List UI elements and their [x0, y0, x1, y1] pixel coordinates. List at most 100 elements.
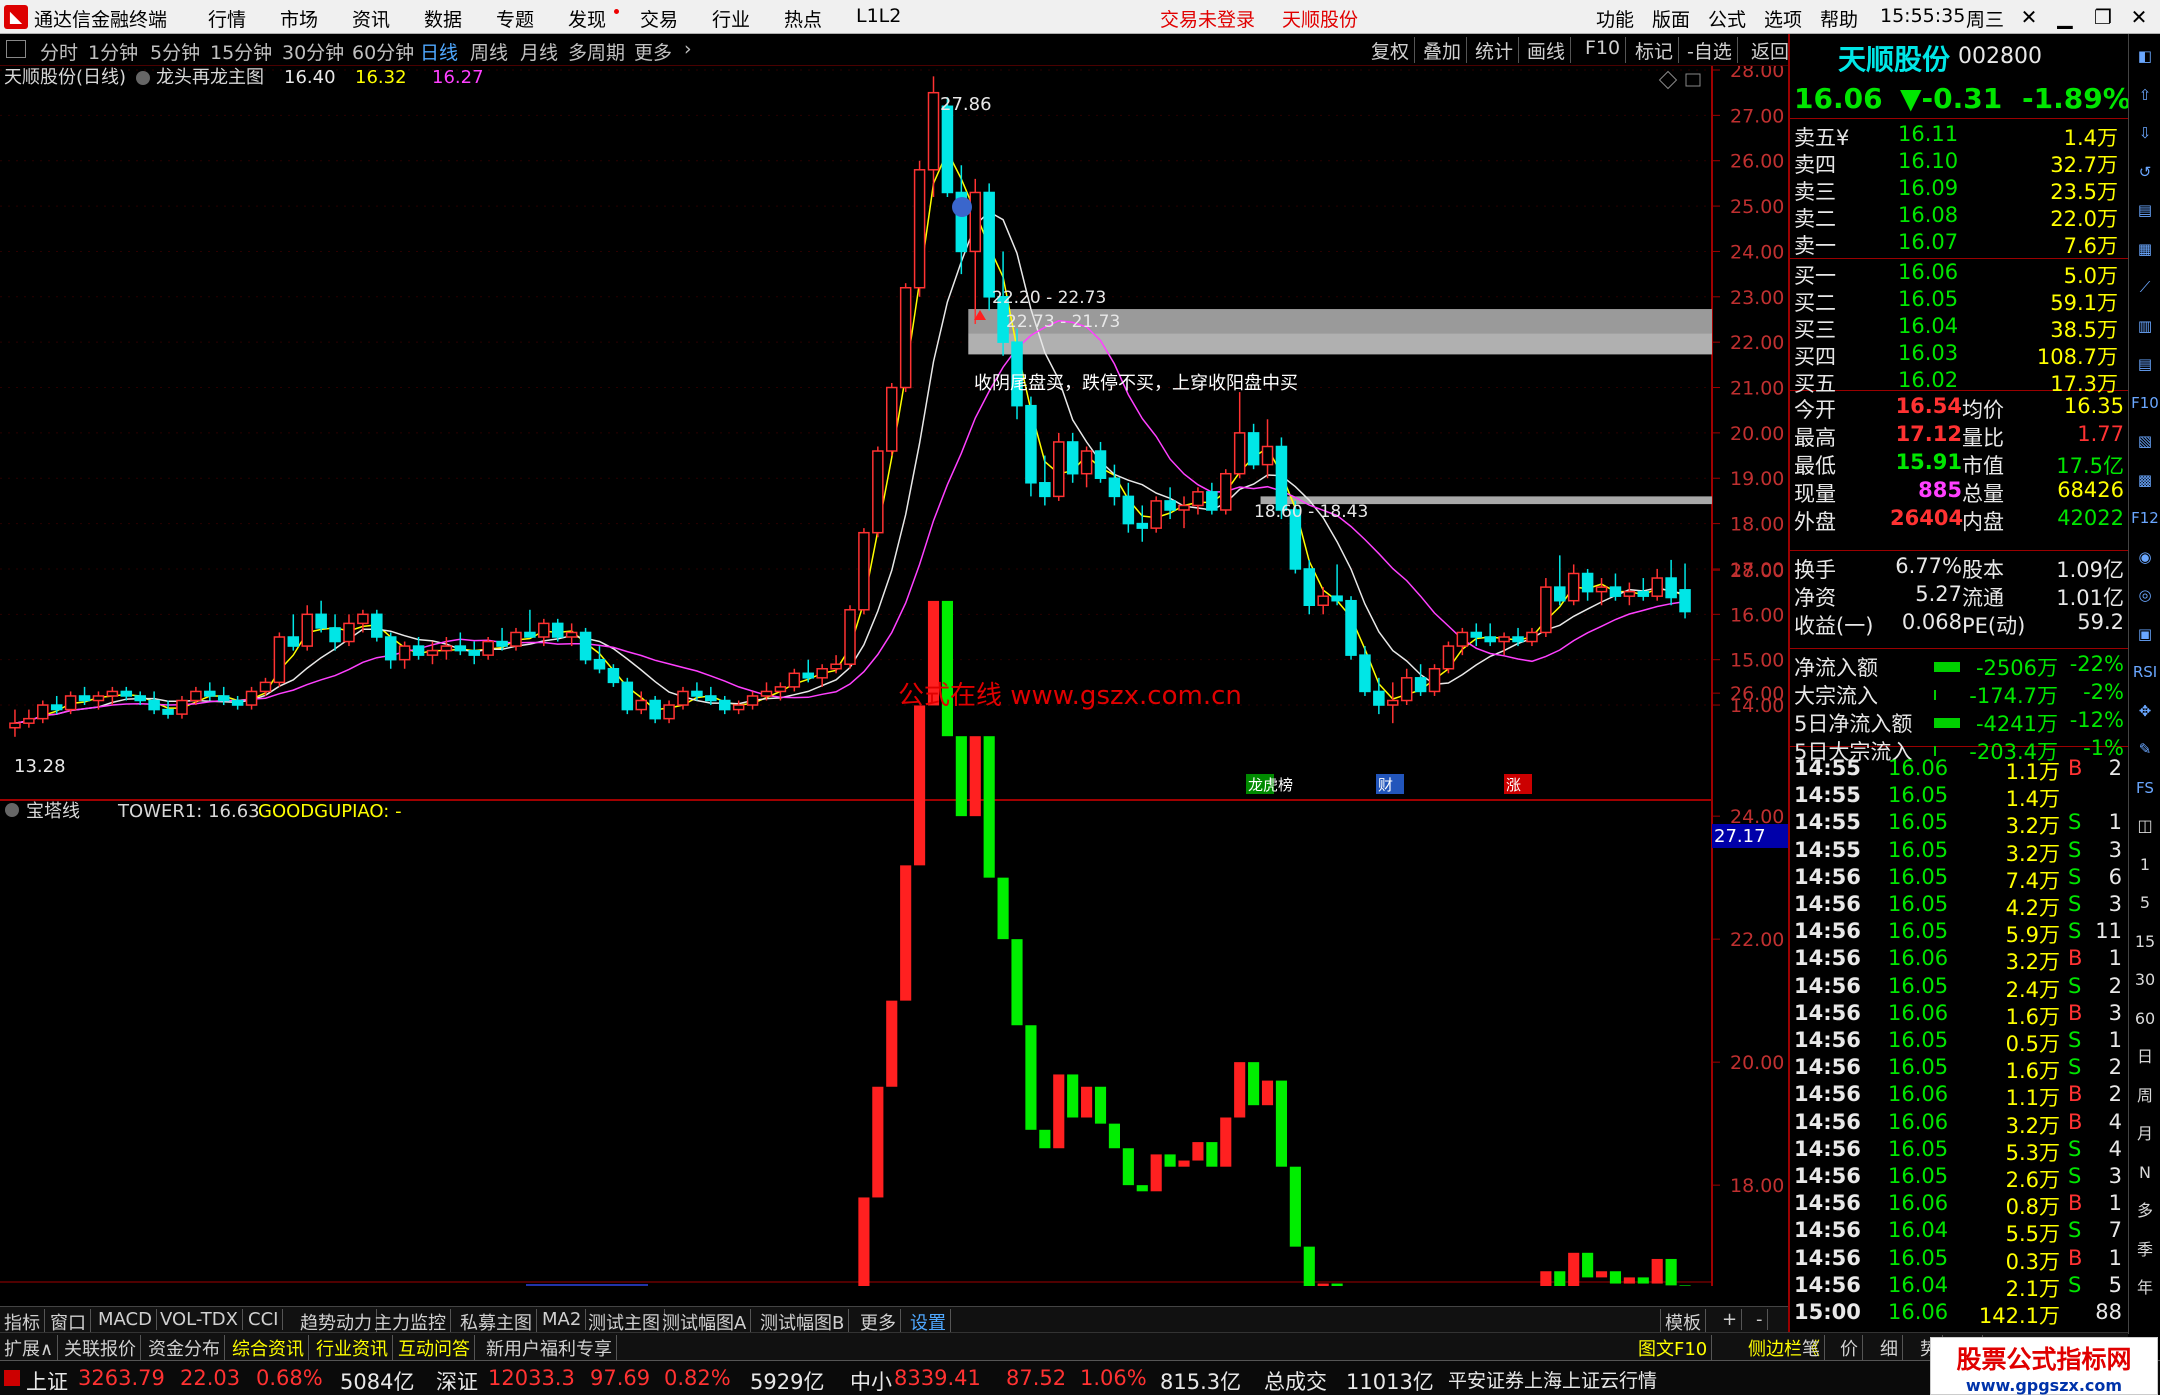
menu-2[interactable]: 资讯 [352, 5, 390, 32]
menu-7[interactable]: 行业 [712, 5, 750, 32]
menu-layout[interactable]: 版面 [1652, 5, 1690, 32]
event-marker-icon[interactable] [952, 197, 972, 217]
sidebar-button-22[interactable]: 5 [2131, 889, 2159, 917]
kline-chart[interactable]: 28.00 27.00 26.00 25.00 24.00 23.00 22.00 21.00… [0, 66, 1788, 1286]
sidebar-button-16[interactable]: RSI [2131, 658, 2159, 686]
quote-stock-name[interactable]: 天顺股份 [1838, 38, 1950, 78]
toolbar-btn-3[interactable]: 画线 [1522, 37, 1572, 63]
sidebar-button-28[interactable]: 月 [2131, 1120, 2159, 1148]
period-7[interactable]: 周线 [470, 38, 508, 65]
sidebar-button-23[interactable]: 15 [2131, 928, 2159, 956]
sidebar-button-13[interactable]: ◉ [2131, 543, 2159, 571]
menu-5[interactable]: 发现 [568, 5, 606, 32]
sub-price-tick: 26.00 [1730, 683, 1784, 705]
sidebar-button-25[interactable]: 60 [2131, 1005, 2159, 1033]
sidebar-button-3[interactable]: ↺ [2131, 158, 2159, 186]
sidebar-button-17[interactable]: ✥ [2131, 697, 2159, 725]
menu-6[interactable]: 交易 [640, 5, 678, 32]
more-chevron-icon[interactable]: › [684, 38, 692, 60]
period-3[interactable]: 15分钟 [210, 38, 272, 65]
period-10[interactable]: 更多 [634, 38, 672, 65]
menu-options[interactable]: 选项 [1764, 5, 1802, 32]
menu-0[interactable]: 行情 [208, 5, 246, 32]
indicator-tab-4[interactable]: CCI [244, 1309, 284, 1330]
sz-name[interactable]: 深证 [436, 1366, 478, 1395]
sidebar-button-26[interactable]: 日 [2131, 1043, 2159, 1071]
sidebar-button-27[interactable]: 周 [2131, 1082, 2159, 1110]
menu-help[interactable]: 帮助 [1820, 5, 1858, 32]
info-tab-right-0[interactable]: 图文F10 [1634, 1335, 1713, 1361]
menu-formula[interactable]: 公式 [1708, 5, 1746, 32]
period-6[interactable]: 日线 [420, 38, 458, 65]
minimize-icon[interactable]: ▁ [2048, 2, 2082, 32]
sidebar-button-2[interactable]: ⇩ [2131, 119, 2159, 147]
menu-4[interactable]: 专题 [496, 5, 534, 32]
menu-3[interactable]: 数据 [424, 5, 462, 32]
toolbar-btn-6[interactable]: -自选 [1682, 37, 1738, 63]
info-tab-right-2[interactable]: 笔 [1798, 1335, 1825, 1361]
sidebar-button-24[interactable]: 30 [2131, 966, 2159, 994]
period-8[interactable]: 月线 [520, 38, 558, 65]
period-0[interactable]: 分时 [40, 38, 78, 65]
sidebar-button-21[interactable]: 1 [2131, 851, 2159, 879]
sidebar-button-29[interactable]: N [2131, 1159, 2159, 1187]
add-button[interactable]: + [1718, 1309, 1743, 1330]
sidebar-button-31[interactable]: 季 [2131, 1236, 2159, 1264]
sidebar-button-12[interactable]: F12 [2131, 504, 2159, 532]
tick-price: 16.05 [1888, 892, 1949, 916]
window-icon[interactable] [6, 40, 26, 58]
sidebar-button-6[interactable]: ⟋ [2131, 273, 2159, 301]
sidebar-button-32[interactable]: 年 [2131, 1274, 2159, 1302]
menu-function[interactable]: 功能 [1596, 5, 1634, 32]
sidebar-button-0[interactable]: ◧ [2131, 42, 2159, 70]
period-4[interactable]: 30分钟 [282, 38, 344, 65]
sh-name[interactable]: 上证 [26, 1366, 68, 1395]
zx-name[interactable]: 中小 [850, 1366, 892, 1395]
toolbar-btn-2[interactable]: 统计 [1470, 37, 1520, 63]
info-tab-3[interactable]: 综合资讯 [228, 1335, 309, 1361]
sidebar-button-5[interactable]: ▦ [2131, 235, 2159, 263]
period-9[interactable]: 多周期 [568, 38, 625, 65]
indicator-tab-3[interactable]: VOL-TDX [156, 1309, 243, 1330]
sidebar-button-14[interactable]: ◎ [2131, 581, 2159, 609]
sidebar-button-20[interactable]: ◫ [2131, 812, 2159, 840]
trade-status[interactable]: 交易未登录 [1160, 5, 1255, 32]
indicator-tab-8[interactable]: MA2 [538, 1309, 587, 1330]
info-tab-2[interactable]: 资金分布 [144, 1335, 225, 1361]
info-tab-1[interactable]: 关联报价 [60, 1335, 141, 1361]
toolbar-btn-5[interactable]: 标记 [1630, 37, 1680, 63]
remove-button[interactable]: - [1752, 1309, 1768, 1330]
info-tab-right-4[interactable]: 细 [1876, 1335, 1903, 1361]
sidebar-button-18[interactable]: ✎ [2131, 735, 2159, 763]
info-tab-0[interactable]: 扩展∧ [0, 1335, 59, 1361]
sub-settings-gear-icon[interactable] [5, 803, 19, 817]
period-5[interactable]: 60分钟 [352, 38, 414, 65]
settings-gear-icon[interactable] [136, 71, 150, 85]
sidebar-button-19[interactable]: FS [2131, 774, 2159, 802]
info-tab-right-3[interactable]: 价 [1836, 1335, 1863, 1361]
toolbar-btn-4[interactable]: F10 [1580, 37, 1627, 63]
menu-8[interactable]: 热点 [784, 5, 822, 32]
period-2[interactable]: 5分钟 [150, 38, 200, 65]
sidebar-button-15[interactable]: ▣ [2131, 620, 2159, 648]
menu-9[interactable]: L1L2 [856, 5, 901, 27]
sidebar-button-8[interactable]: ▤ [2131, 350, 2159, 378]
sidebar-button-10[interactable]: ▧ [2131, 427, 2159, 455]
info-tab-5[interactable]: 互动问答 [394, 1335, 475, 1361]
period-1[interactable]: 1分钟 [88, 38, 138, 65]
sidebar-button-1[interactable]: ⇧ [2131, 81, 2159, 109]
toolbar-btn-1[interactable]: 叠加 [1418, 37, 1468, 63]
sidebar-button-9[interactable]: F10 [2131, 389, 2159, 417]
sidebar-button-4[interactable]: ▤ [2131, 196, 2159, 224]
toolbar-btn-0[interactable]: 复权 [1366, 37, 1416, 63]
close-icon[interactable]: ✕ [2122, 2, 2156, 32]
indicator-tab-2[interactable]: MACD [94, 1309, 157, 1330]
sidebar-button-7[interactable]: ▥ [2131, 312, 2159, 340]
restore-icon[interactable]: ❐ [2086, 2, 2120, 32]
menu-1[interactable]: 市场 [280, 5, 318, 32]
info-tab-6[interactable]: 新用户福利专享 [482, 1335, 617, 1361]
more-icon[interactable]: ✕ [2012, 2, 2046, 32]
sidebar-button-11[interactable]: ▩ [2131, 466, 2159, 494]
sidebar-button-30[interactable]: 多 [2131, 1197, 2159, 1225]
info-tab-4[interactable]: 行业资讯 [312, 1335, 393, 1361]
